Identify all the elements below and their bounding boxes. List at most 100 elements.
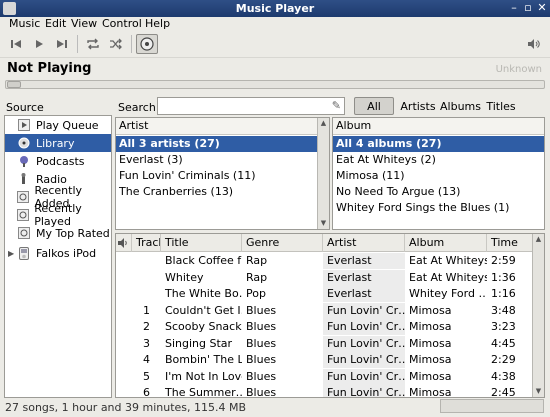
play-icon[interactable] bbox=[28, 34, 50, 54]
track-number-cell: 5 bbox=[143, 369, 150, 383]
genre-cell: Rap bbox=[246, 254, 268, 267]
artist-scrollbar[interactable]: ▲ ▼ bbox=[317, 118, 329, 229]
filter-titles-button[interactable]: Titles bbox=[485, 97, 517, 115]
table-row[interactable]: Whitey Rap Everlast Eat At Whiteys 1:36 bbox=[116, 269, 534, 286]
genre-cell: Blues bbox=[246, 303, 277, 317]
title-cell: Black Coffee f… bbox=[165, 254, 242, 267]
album-row[interactable]: Eat At Whiteys (2) bbox=[333, 152, 544, 168]
track-column-header[interactable]: Track bbox=[132, 234, 161, 252]
track-number-cell bbox=[132, 286, 161, 302]
search-input[interactable]: ✎ bbox=[157, 97, 345, 115]
menu-edit[interactable]: Edit bbox=[45, 17, 66, 30]
source-item-podcasts[interactable]: Podcasts bbox=[5, 152, 111, 170]
playing-cell bbox=[116, 385, 132, 397]
title-bar: Music Player – ▫ ✕ bbox=[0, 0, 550, 17]
track-number-cell bbox=[132, 253, 161, 269]
filter-artists-button[interactable]: Artists bbox=[398, 97, 438, 115]
time-cell: 4:38 bbox=[491, 369, 516, 383]
scroll-up-icon[interactable]: ▲ bbox=[533, 234, 544, 245]
source-item-library[interactable]: Library bbox=[5, 134, 111, 152]
artist-row[interactable]: Fun Lovin' Criminals (11) bbox=[116, 168, 317, 184]
time-cell: 2:45 bbox=[491, 386, 516, 398]
browse-library-icon[interactable] bbox=[136, 34, 158, 54]
table-row[interactable]: The White Bo… Pop Everlast Whitey Ford … 1:1… bbox=[116, 286, 534, 302]
album-row[interactable]: No Need To Argue (13) bbox=[333, 184, 544, 200]
album-row[interactable]: All 4 albums (27) bbox=[333, 136, 544, 152]
scroll-up-icon[interactable]: ▲ bbox=[318, 118, 329, 129]
previous-icon[interactable] bbox=[5, 34, 27, 54]
time-column-header[interactable]: Time bbox=[487, 234, 534, 252]
table-row[interactable]: 6 The Summer… Blues Fun Lovin' Cr… Mimosa 2:4… bbox=[116, 385, 534, 398]
album-row[interactable]: Whitey Ford Sings the Blues (1) bbox=[333, 200, 544, 216]
radio-icon bbox=[17, 172, 31, 186]
maximize-icon[interactable]: ▫ bbox=[521, 1, 535, 15]
source-item-recently-played[interactable]: Recently Played bbox=[5, 202, 111, 228]
now-playing-title: Not Playing bbox=[7, 61, 92, 76]
source-header: Source bbox=[6, 101, 44, 114]
repeat-icon[interactable] bbox=[82, 34, 104, 54]
title-column-header[interactable]: Title bbox=[161, 234, 242, 252]
playing-cell bbox=[116, 253, 132, 269]
album-column-header[interactable]: Album bbox=[405, 234, 487, 252]
source-item-ipod[interactable]: ▶ Falkos iPod bbox=[5, 244, 111, 262]
source-item-label: My Top Rated bbox=[36, 226, 110, 240]
playing-cell bbox=[116, 303, 132, 319]
album-row[interactable]: Mimosa (11) bbox=[333, 168, 544, 184]
artist-row[interactable]: Everlast (3) bbox=[116, 152, 317, 168]
genre-column-header[interactable]: Genre bbox=[242, 234, 323, 252]
title-cell: The Summer… bbox=[165, 386, 242, 398]
minimize-icon[interactable]: – bbox=[507, 1, 521, 15]
title-cell: I'm Not In Love bbox=[165, 369, 242, 383]
album-cell: Whitey Ford … bbox=[409, 287, 487, 300]
volume-icon[interactable] bbox=[523, 34, 545, 54]
filter-all-button[interactable]: All bbox=[354, 97, 394, 115]
scroll-down-icon[interactable]: ▼ bbox=[318, 218, 329, 229]
source-item-label: Library bbox=[36, 136, 75, 150]
track-scrollbar[interactable]: ▲ ▼ bbox=[532, 234, 544, 397]
seek-handle[interactable] bbox=[7, 81, 21, 88]
shuffle-icon[interactable] bbox=[105, 34, 127, 54]
album-column-header[interactable]: Album bbox=[333, 118, 544, 135]
album-cell: Mimosa bbox=[409, 353, 452, 366]
filter-albums-button[interactable]: Albums bbox=[438, 97, 483, 115]
source-item-play-queue[interactable]: Play Queue bbox=[5, 116, 111, 134]
table-row[interactable]: 3 Singing Star Blues Fun Lovin' Cr… Mimosa 4:… bbox=[116, 335, 534, 352]
artist-row[interactable]: The Cranberries (13) bbox=[116, 184, 317, 200]
scroll-down-icon[interactable]: ▼ bbox=[533, 386, 544, 397]
menu-view[interactable]: View bbox=[71, 17, 97, 30]
toolbar bbox=[0, 31, 550, 58]
time-cell: 1:36 bbox=[491, 270, 516, 284]
menu-music[interactable]: Music bbox=[9, 17, 40, 30]
ipod-icon bbox=[17, 246, 31, 260]
title-cell: Bombin' The L bbox=[165, 353, 242, 366]
album-cell: Mimosa bbox=[409, 320, 452, 333]
menu-control[interactable]: Control bbox=[102, 17, 142, 30]
menu-help[interactable]: Help bbox=[145, 17, 170, 30]
source-item-my-top-rated[interactable]: My Top Rated bbox=[5, 224, 111, 242]
table-row[interactable]: Black Coffee f… Rap Everlast Eat At Whiteys… bbox=[116, 253, 534, 269]
table-row[interactable]: 4 Bombin' The L Blues Fun Lovin' Cr… Mimosa 2… bbox=[116, 352, 534, 368]
artist-column-header[interactable]: Artist bbox=[116, 118, 329, 135]
time-cell: 4:45 bbox=[491, 336, 516, 350]
next-icon[interactable] bbox=[51, 34, 73, 54]
expander-arrow-icon[interactable]: ▶ bbox=[8, 249, 14, 258]
artist-column-header[interactable]: Artist bbox=[323, 234, 405, 252]
playing-column-header[interactable] bbox=[116, 234, 132, 252]
seek-slider[interactable] bbox=[5, 80, 545, 89]
artist-row[interactable]: All 3 artists (27) bbox=[116, 136, 317, 152]
table-row[interactable]: 5 I'm Not In Love Blues Fun Lovin' Cr… Mimos… bbox=[116, 368, 534, 385]
genre-cell: Blues bbox=[246, 369, 277, 383]
album-cell: Mimosa bbox=[409, 336, 452, 350]
playing-cell bbox=[116, 286, 132, 302]
genre-cell: Blues bbox=[246, 336, 277, 350]
track-number-cell bbox=[132, 270, 161, 286]
table-row[interactable]: 1 Couldn't Get I… Blues Fun Lovin' Cr… Mimos… bbox=[116, 302, 534, 319]
speaker-icon bbox=[118, 238, 128, 251]
window-title: Music Player bbox=[235, 2, 315, 15]
clear-search-icon[interactable]: ✎ bbox=[332, 99, 341, 112]
menu-bar: Music Edit View Control Help bbox=[0, 17, 550, 31]
genre-cell: Blues bbox=[246, 353, 277, 366]
table-row[interactable]: 2 Scooby Snacks Blues Fun Lovin' Cr… Mimosa 3… bbox=[116, 319, 534, 335]
close-icon[interactable]: ✕ bbox=[535, 1, 549, 15]
artist-cell: Everlast bbox=[323, 253, 405, 269]
